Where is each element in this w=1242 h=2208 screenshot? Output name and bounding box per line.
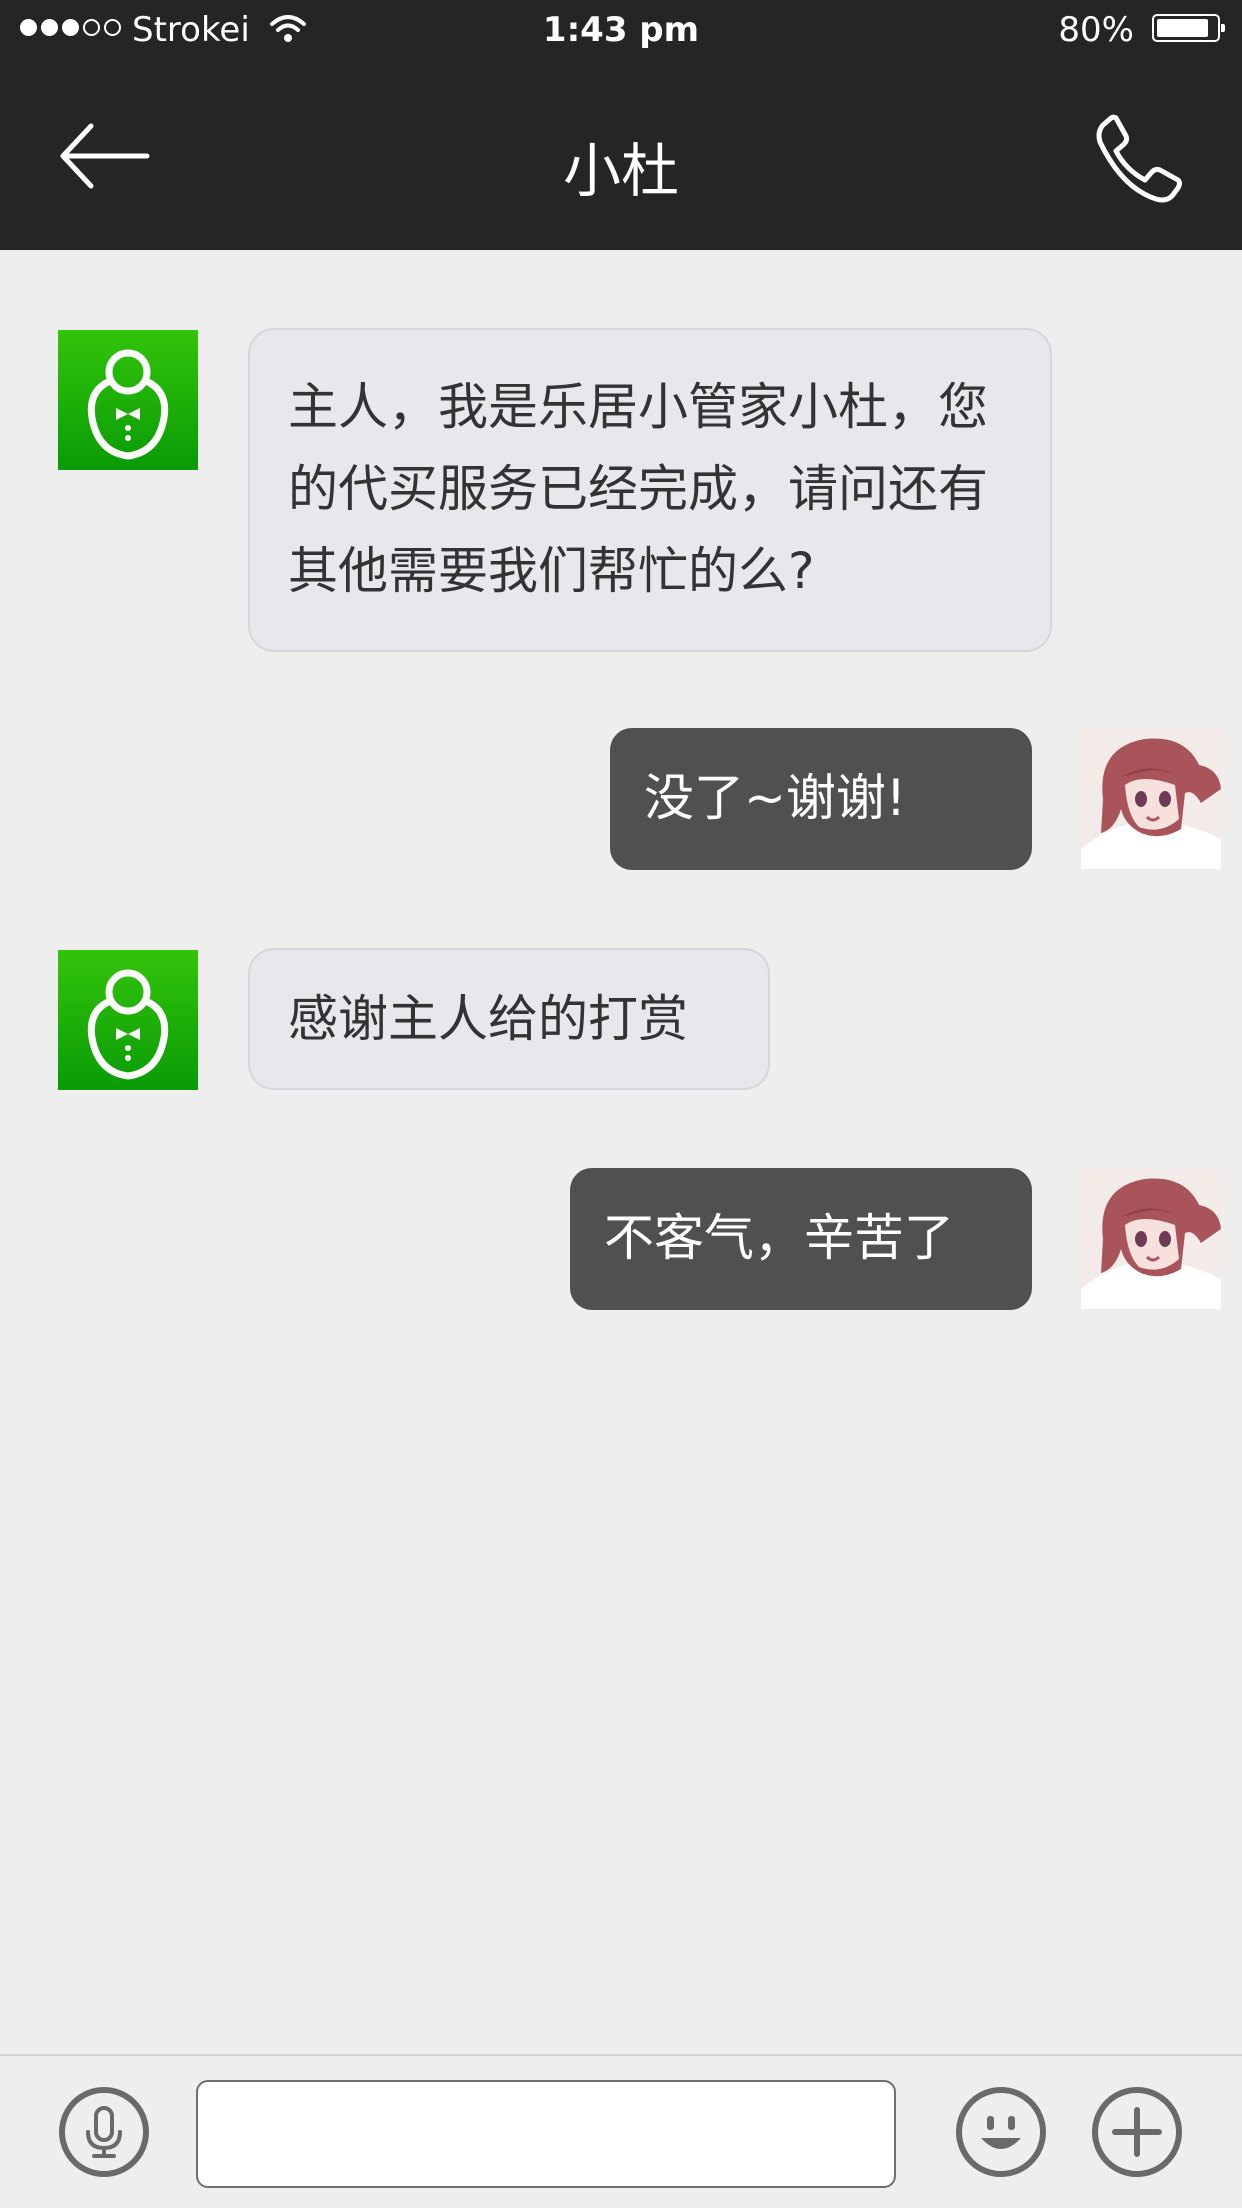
page-title: 小杜 bbox=[562, 137, 679, 205]
message-text: 没了~谢谢! bbox=[644, 769, 906, 827]
plus-icon bbox=[1092, 2087, 1182, 2177]
battery-icon bbox=[1152, 14, 1225, 42]
plus-button[interactable] bbox=[1091, 2086, 1183, 2178]
message-text: 主人，我是乐居小管家小杜，您的代买服务已经完成，请问还有其他需要我们帮忙的么? bbox=[288, 378, 988, 600]
emoji-icon bbox=[956, 2087, 1046, 2177]
butler-icon bbox=[87, 349, 169, 460]
status-bar: Strokei 1:43 pm 80% bbox=[0, 0, 1242, 62]
message-input[interactable] bbox=[196, 2080, 896, 2188]
message-bubble-incoming[interactable]: 感谢主人给的打赏 bbox=[248, 948, 770, 1090]
anime-girl-avatar bbox=[1081, 1169, 1221, 1309]
emoji-button[interactable] bbox=[955, 2086, 1047, 2178]
call-button[interactable] bbox=[1092, 112, 1184, 204]
message-bubble-incoming[interactable]: 主人，我是乐居小管家小杜，您的代买服务已经完成，请问还有其他需要我们帮忙的么? bbox=[248, 328, 1052, 652]
butler-icon bbox=[87, 969, 169, 1080]
status-time: 1:43 pm bbox=[542, 10, 700, 50]
top-bar: Strokei 1:43 pm 80% 小杜 bbox=[0, 0, 1242, 250]
butler-avatar[interactable] bbox=[58, 330, 198, 470]
message-bubble-outgoing[interactable]: 不客气，辛苦了 bbox=[570, 1168, 1032, 1310]
user-avatar[interactable] bbox=[1081, 1169, 1221, 1309]
message-text: 不客气，辛苦了 bbox=[604, 1209, 954, 1267]
butler-avatar[interactable] bbox=[58, 950, 198, 1090]
voice-button[interactable] bbox=[58, 2086, 150, 2178]
phone-icon bbox=[1096, 114, 1182, 203]
anime-girl-avatar bbox=[1081, 729, 1221, 869]
message-bubble-outgoing[interactable]: 没了~谢谢! bbox=[610, 728, 1032, 870]
microphone-icon bbox=[59, 2087, 149, 2177]
battery-percent: 80% bbox=[1058, 10, 1134, 50]
user-avatar[interactable] bbox=[1081, 729, 1221, 869]
message-text: 感谢主人给的打赏 bbox=[288, 990, 688, 1048]
input-bar bbox=[0, 2054, 1242, 2208]
